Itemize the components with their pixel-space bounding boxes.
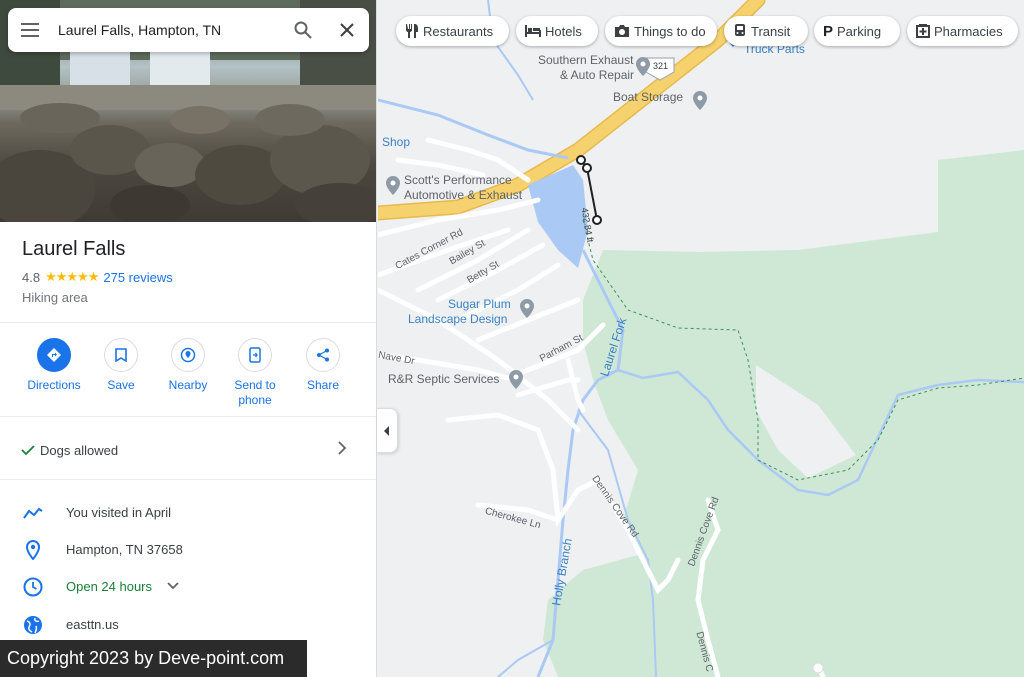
directions-button[interactable]: Directions <box>19 338 89 393</box>
parking-icon: P <box>823 22 834 40</box>
share-icon <box>306 338 340 372</box>
map-label-scotts-automotive[interactable]: Automotive & Exhaust <box>404 188 522 202</box>
place-category[interactable]: Hiking area <box>22 290 173 305</box>
google-maps-app: Truck Parts Southern Exhaust & Auto Repa… <box>0 0 1024 677</box>
timeline-icon <box>22 502 44 524</box>
place-header: Laurel Falls 4.8 ★★★★★ 275 reviews Hikin… <box>22 238 173 305</box>
search-icon[interactable] <box>281 8 325 52</box>
dogs-allowed-label: Dogs allowed <box>40 443 119 458</box>
visited-text: You visited in April <box>66 505 172 520</box>
pharmacy-icon <box>916 24 930 38</box>
map-graphics <box>378 0 1024 677</box>
action-buttons: Directions Save Nearby Send to phone Sha… <box>0 338 376 408</box>
star-rating-icon: ★★★★★ <box>45 269 99 284</box>
chip-parking[interactable]: P Parking <box>814 16 900 46</box>
share-label: Share <box>306 378 340 392</box>
chevron-down-icon[interactable] <box>166 578 180 597</box>
chip-things-to-do[interactable]: Things to do <box>605 16 717 46</box>
restaurant-icon <box>405 24 419 38</box>
chip-restaurants-label: Restaurants <box>423 23 494 39</box>
place-panel: Laurel Falls, Hampton, TN Laurel Falls 4… <box>0 0 377 677</box>
check-icon <box>21 443 35 461</box>
save-button[interactable]: Save <box>86 338 156 393</box>
chevron-right-icon[interactable] <box>337 440 347 461</box>
map-label-route-321: 321 <box>653 61 669 71</box>
map-label-auto-repair[interactable]: & Auto Repair <box>560 68 634 82</box>
chip-restaurants[interactable]: Restaurants <box>396 16 509 46</box>
chip-transit[interactable]: Transit <box>724 16 808 46</box>
location-pin-icon <box>22 539 44 561</box>
chip-things-to-do-label: Things to do <box>634 23 706 39</box>
directions-label: Directions <box>27 378 81 392</box>
clock-icon <box>22 576 44 598</box>
rating-value: 4.8 <box>22 269 41 285</box>
map-label-rr-septic[interactable]: R&R Septic Services <box>388 372 499 386</box>
reviews-link[interactable]: 275 reviews <box>103 270 172 285</box>
map-label-sugar-plum[interactable]: Sugar Plum <box>448 297 511 311</box>
chip-hotels-label: Hotels <box>545 23 582 39</box>
hotel-icon <box>525 24 541 38</box>
copyright-watermark: Copyright 2023 by Deve-point.com <box>0 640 307 677</box>
divider <box>0 479 376 480</box>
divider <box>0 416 376 417</box>
divider <box>0 322 376 323</box>
search-input[interactable]: Laurel Falls, Hampton, TN <box>52 22 281 38</box>
menu-icon[interactable] <box>8 8 52 52</box>
chip-hotels[interactable]: Hotels <box>516 16 598 46</box>
caret-left-icon <box>384 425 389 436</box>
send-to-phone-button[interactable]: Send to phone <box>220 338 290 408</box>
nearby-button[interactable]: Nearby <box>153 338 223 393</box>
chip-pharmacies-label: Pharmacies <box>934 23 1003 39</box>
directions-icon <box>37 338 71 372</box>
map-label-southern-exhaust[interactable]: Southern Exhaust <box>538 53 633 67</box>
address-text: Hampton, TN 37658 <box>66 542 183 557</box>
save-label: Save <box>107 378 135 392</box>
chip-parking-label: Parking <box>837 23 882 39</box>
search-box[interactable]: Laurel Falls, Hampton, TN <box>8 8 369 52</box>
close-icon[interactable] <box>325 8 369 52</box>
nearby-label: Nearby <box>168 378 208 392</box>
bookmark-icon <box>104 338 138 372</box>
visited-row[interactable]: You visited in April <box>0 494 376 530</box>
send-to-phone-label: Send to phone <box>234 378 276 407</box>
map-label-scotts-performance[interactable]: Scott's Performance <box>404 173 512 187</box>
collapse-panel-button[interactable] <box>377 408 398 453</box>
globe-icon <box>22 614 44 636</box>
nearby-icon <box>171 338 205 372</box>
hours-text: Open 24 hours <box>66 579 153 594</box>
camera-icon <box>614 24 630 38</box>
hours-row[interactable]: Open 24 hours <box>0 568 376 604</box>
share-button[interactable]: Share <box>288 338 358 393</box>
map-label-boat-storage[interactable]: Boat Storage <box>613 90 683 104</box>
transit-icon <box>733 24 747 38</box>
amenity-row[interactable]: Dogs allowed <box>0 428 376 472</box>
website-link[interactable]: easttn.us <box>66 617 119 632</box>
chip-pharmacies[interactable]: Pharmacies <box>907 16 1018 46</box>
website-row[interactable]: easttn.us <box>0 606 376 642</box>
rating-row: 4.8 ★★★★★ 275 reviews <box>22 269 173 285</box>
address-row[interactable]: Hampton, TN 37658 <box>0 531 376 567</box>
map-label-shop[interactable]: Shop <box>382 135 410 149</box>
map-canvas[interactable]: Truck Parts Southern Exhaust & Auto Repa… <box>378 0 1024 677</box>
place-title: Laurel Falls <box>22 238 126 260</box>
map-label-landscape-design[interactable]: Landscape Design <box>408 312 507 326</box>
phone-icon <box>238 338 272 372</box>
chip-transit-label: Transit <box>751 23 791 39</box>
